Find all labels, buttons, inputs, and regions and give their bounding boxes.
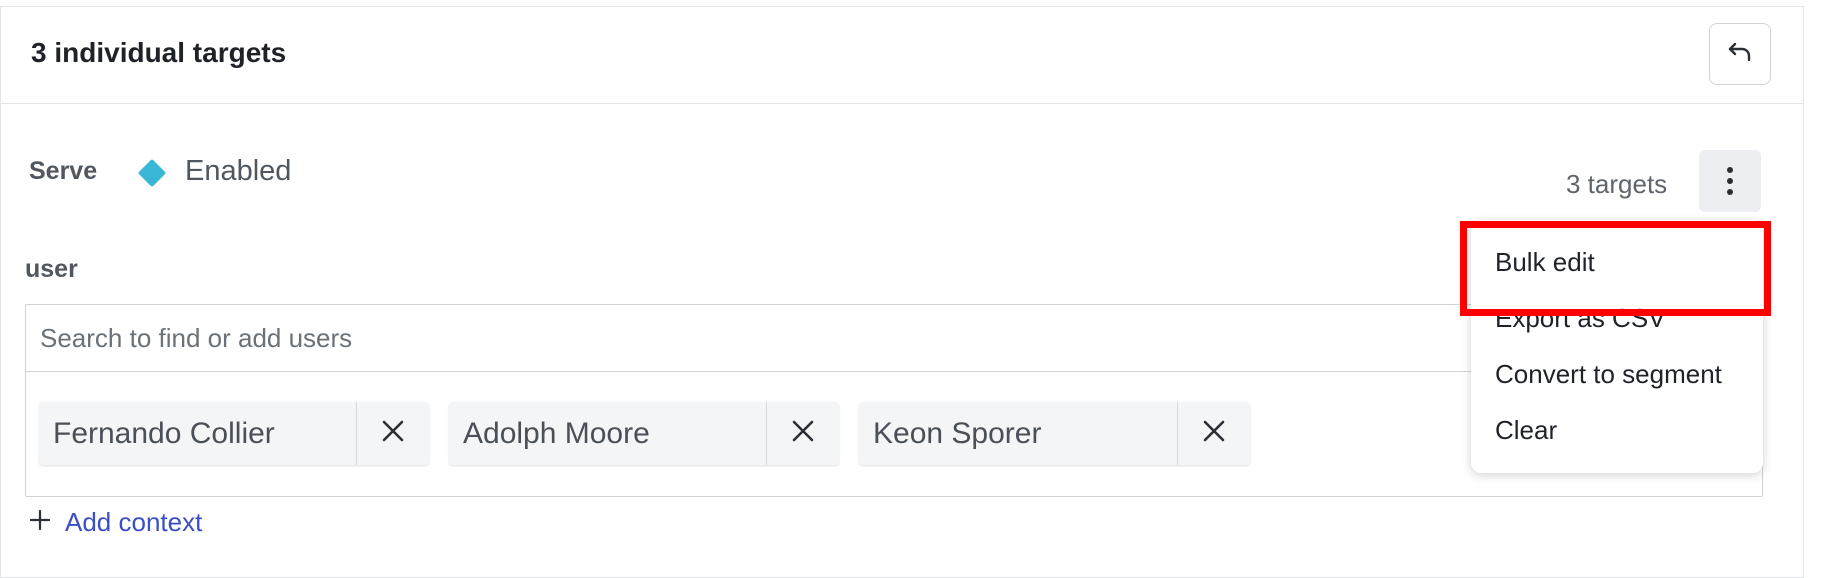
close-icon bbox=[380, 418, 406, 449]
close-icon bbox=[1201, 418, 1227, 449]
plus-icon bbox=[29, 507, 51, 538]
remove-target-button[interactable] bbox=[356, 402, 429, 465]
targets-panel: 3 individual targets Serve Enabled 3 tar… bbox=[0, 6, 1804, 578]
close-icon bbox=[790, 418, 816, 449]
target-chip-label: Fernando Collier bbox=[53, 416, 275, 450]
remove-target-button[interactable] bbox=[766, 402, 839, 465]
more-options-menu: Bulk edit Export as CSV Convert to segme… bbox=[1471, 220, 1763, 473]
targets-count: 3 targets bbox=[1566, 169, 1668, 199]
add-context-button[interactable]: Add context bbox=[29, 507, 202, 538]
undo-icon bbox=[1727, 41, 1753, 68]
variation-diamond-icon bbox=[137, 158, 167, 188]
more-vertical-icon bbox=[1727, 165, 1733, 198]
serve-label: Serve bbox=[29, 157, 98, 185]
menu-item-convert-segment[interactable]: Convert to segment bbox=[1471, 346, 1763, 402]
menu-item-export-csv[interactable]: Export as CSV bbox=[1471, 290, 1763, 346]
serve-value: Enabled bbox=[185, 155, 292, 187]
target-chip: Keon Sporer bbox=[859, 402, 1250, 465]
more-options-button[interactable] bbox=[1699, 150, 1761, 212]
remove-target-button[interactable] bbox=[1177, 402, 1250, 465]
panel-header: 3 individual targets bbox=[1, 7, 1803, 104]
add-context-label: Add context bbox=[65, 507, 203, 537]
target-chip: Fernando Collier bbox=[39, 402, 429, 465]
target-chip-label: Keon Sporer bbox=[873, 416, 1042, 450]
target-chip-label: Adolph Moore bbox=[463, 416, 650, 450]
target-chip: Adolph Moore bbox=[449, 402, 839, 465]
page-title: 3 individual targets bbox=[31, 37, 287, 68]
menu-item-bulk-edit[interactable]: Bulk edit bbox=[1471, 234, 1763, 290]
menu-item-clear[interactable]: Clear bbox=[1471, 402, 1763, 458]
undo-button[interactable] bbox=[1709, 23, 1771, 85]
context-kind-label: user bbox=[25, 255, 78, 283]
